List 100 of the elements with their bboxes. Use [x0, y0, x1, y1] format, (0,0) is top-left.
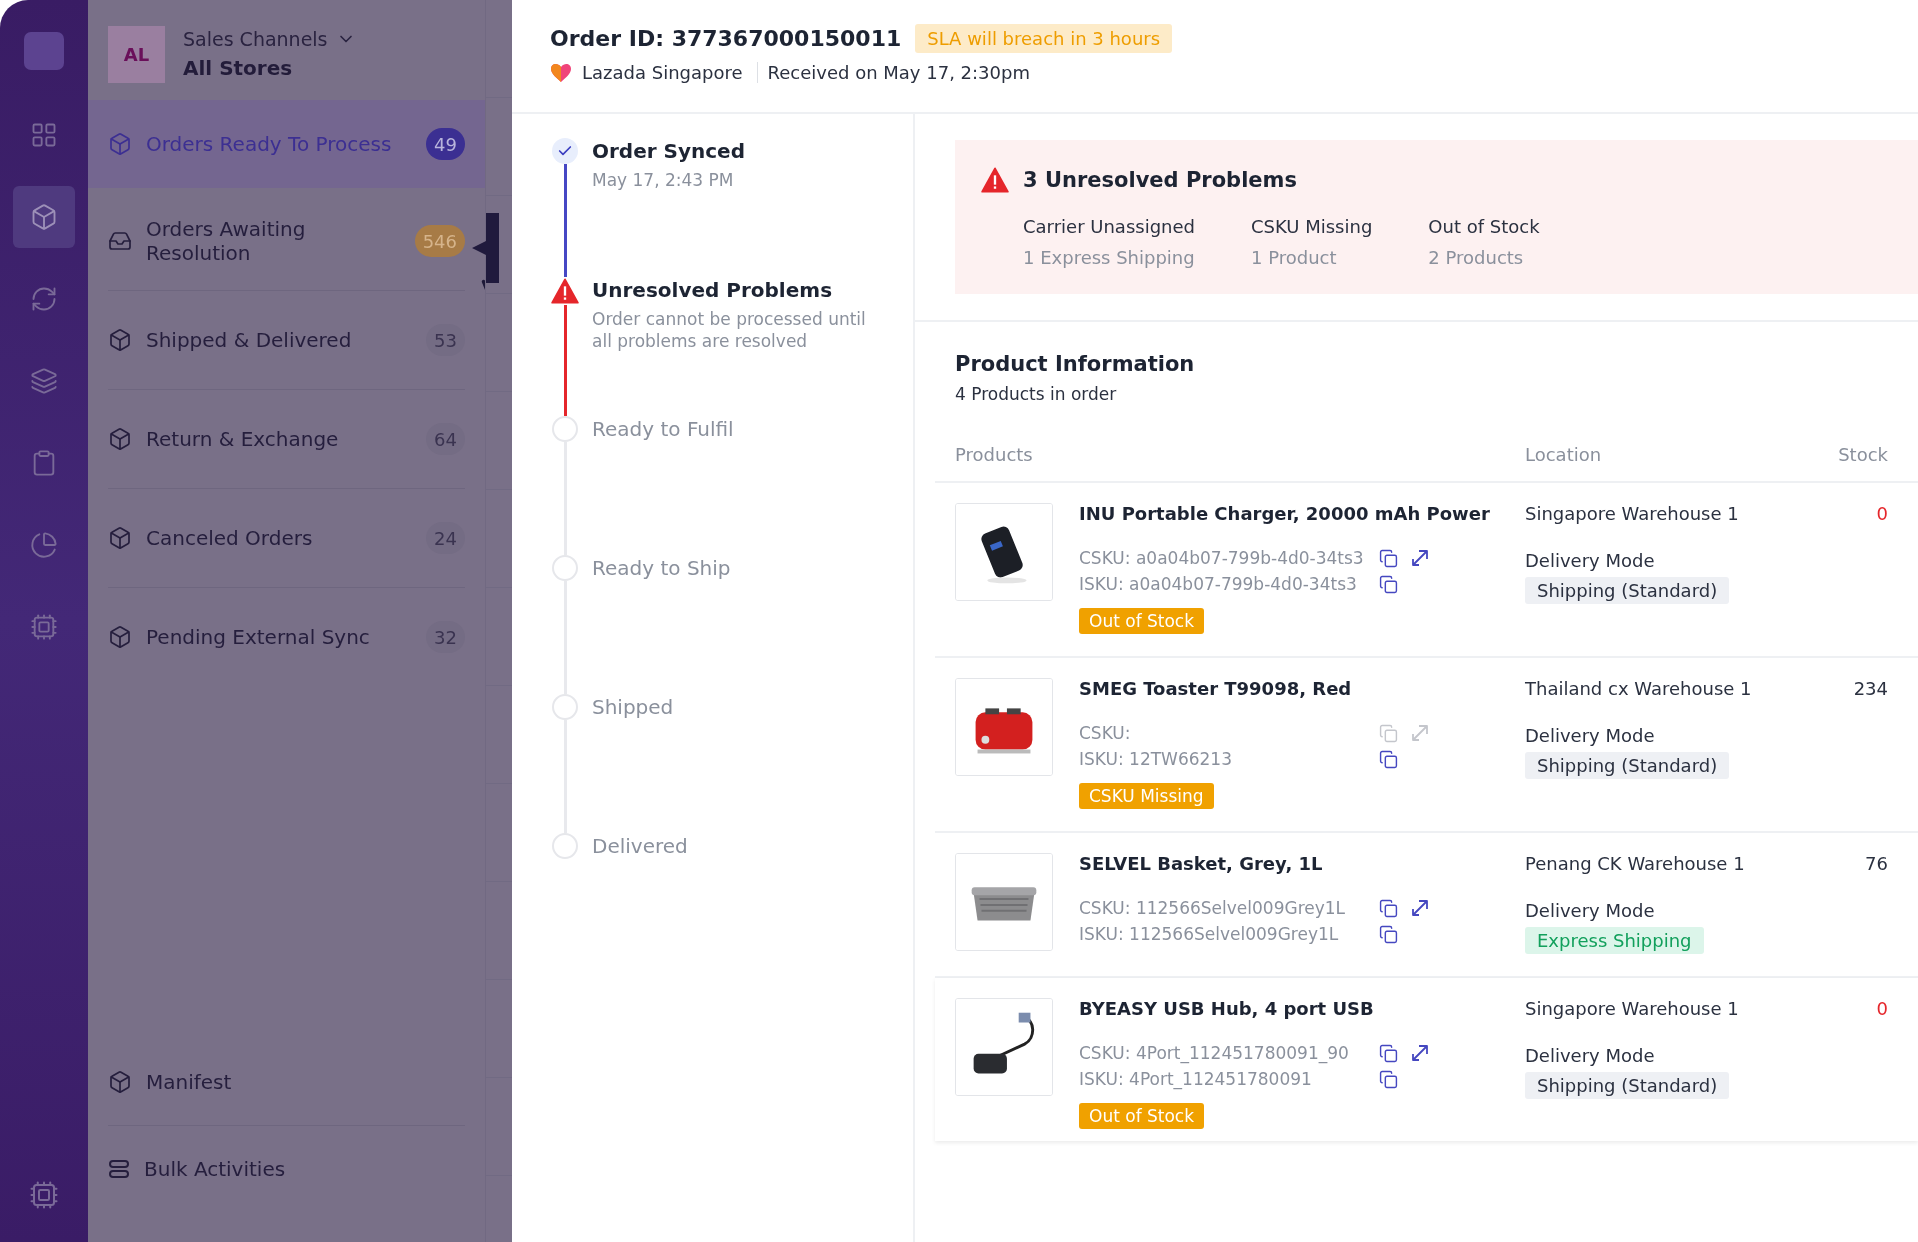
copy-button[interactable]: [1379, 574, 1398, 594]
step-detail: May 17, 2:43 PM: [592, 169, 735, 192]
cube-icon: [108, 328, 132, 352]
stock-value: 234: [1852, 678, 1888, 701]
cube-icon: [108, 427, 132, 451]
problem-label: Carrier Unassigned: [1023, 216, 1195, 237]
isku-text: ISKU: 12TW66213: [1079, 749, 1233, 769]
delivery-label: Delivery Mode: [1525, 725, 1656, 746]
copy-icon: [1379, 723, 1398, 743]
sidebar-item[interactable]: Canceled Orders 24: [108, 489, 465, 587]
stock-value: 0: [1875, 998, 1888, 1021]
chip-icon[interactable]: [29, 1180, 59, 1210]
delivery-label: Delivery Mode: [1525, 900, 1656, 921]
count-badge: 53: [426, 324, 465, 356]
product-name: INU Portable Charger, 20000 mAh Power: [1079, 503, 1491, 524]
copy-icon: [1379, 898, 1398, 918]
delivery-badge: Shipping (Standard): [1525, 752, 1730, 779]
section-title: Product Information: [954, 352, 1196, 376]
copy-icon: [1379, 924, 1398, 944]
cube-icon: [108, 1070, 132, 1094]
warehouse-name: Singapore Warehouse 1: [1525, 998, 1740, 1019]
sidebar-item[interactable]: Orders Awaiting Resolution 546: [108, 192, 465, 290]
cube-icon: [108, 526, 132, 550]
grid-icon: [30, 121, 58, 149]
cube-icon: [30, 203, 58, 231]
product-name: BYEASY USB Hub, 4 port USB: [1079, 998, 1375, 1019]
sidebar-item[interactable]: Bulk Activities: [108, 1126, 465, 1212]
link-button[interactable]: [1410, 1043, 1430, 1063]
isku-text: ISKU: 112566Selvel009Grey1L: [1079, 924, 1340, 944]
step-title: Shipped: [592, 695, 674, 719]
delivery-badge: Express Shipping: [1525, 927, 1704, 954]
stack-icon: [108, 1159, 130, 1179]
order-id: Order ID: 377367000150011: [550, 26, 902, 51]
chip-icon: [30, 613, 58, 641]
step-title: Delivered: [592, 834, 688, 858]
problem-detail: 1 Express Shipping: [1023, 247, 1195, 268]
store-avatar: AL: [108, 25, 165, 83]
csku-text: CSKU: 4Port_112451780091_90: [1079, 1043, 1350, 1063]
delivery-label: Delivery Mode: [1525, 550, 1656, 571]
copy-button[interactable]: [1379, 924, 1398, 944]
stock-value: 76: [1864, 853, 1888, 876]
isku-text: ISKU: a0a04b07-799b-4d0-34ts3: [1079, 574, 1358, 594]
delivery-badge: Shipping (Standard): [1525, 1072, 1730, 1099]
copy-button[interactable]: [1379, 1043, 1398, 1063]
count-badge: 32: [426, 621, 465, 653]
sidebar-item[interactable]: Manifest: [108, 1039, 465, 1125]
sidebar-item[interactable]: Orders Ready To Process 49: [88, 100, 485, 188]
sales-channels-dropdown[interactable]: Sales Channels: [183, 28, 356, 50]
pie-chart-icon: [30, 531, 58, 559]
cube-icon: [108, 132, 132, 156]
copy-icon: [1379, 574, 1398, 594]
copy-button[interactable]: [1379, 548, 1398, 568]
product-name: SELVEL Basket, Grey, 1L: [1079, 853, 1324, 874]
warehouse-name: Thailand cx Warehouse 1: [1525, 678, 1753, 699]
csku-text: CSKU: a0a04b07-799b-4d0-34ts3: [1079, 548, 1365, 568]
count-badge: 64: [426, 423, 465, 455]
refresh-icon: [30, 285, 58, 313]
link-button[interactable]: [1410, 898, 1430, 918]
layers-icon: [30, 367, 58, 395]
link-button[interactable]: [1410, 548, 1430, 568]
warehouse-name: Singapore Warehouse 1: [1525, 503, 1740, 524]
inbox-icon: [108, 229, 132, 253]
column-header: Products: [955, 444, 1034, 465]
problem-label: CSKU Missing: [1251, 216, 1373, 237]
csku-text: CSKU:: [1079, 723, 1132, 743]
issue-badge: Out of Stock: [1079, 608, 1205, 634]
product-name: SMEG Toaster T99098, Red: [1079, 678, 1353, 699]
section-subtitle: 4 Products in order: [954, 384, 1118, 404]
problem-detail: 2 Products: [1428, 247, 1525, 268]
column-header: Location: [1525, 444, 1603, 465]
problems-title: 3 Unresolved Problems: [1023, 168, 1297, 192]
store-name: Lazada Singapore: [582, 62, 758, 83]
sla-badge: SLA will breach in 3 hours: [915, 24, 1173, 53]
problem-label: Out of Stock: [1428, 216, 1540, 237]
sidebar-item[interactable]: Shipped & Delivered 53: [108, 291, 465, 389]
app-logo[interactable]: [24, 32, 64, 70]
copy-icon: [1379, 1043, 1398, 1063]
column-header: Stock: [1837, 444, 1888, 465]
isku-text: ISKU: 4Port_112451780091: [1079, 1069, 1313, 1089]
step-title: Unresolved Problems: [592, 278, 834, 302]
store-name: All Stores: [183, 56, 294, 80]
csku-text: CSKU: 112566Selvel009Grey1L: [1079, 898, 1347, 918]
cube-icon: [108, 625, 132, 649]
count-badge: 49: [426, 128, 465, 160]
rail-button[interactable]: [13, 186, 75, 248]
step-detail: Order cannot be processed until all problems are resolved: [592, 308, 867, 353]
copy-button[interactable]: [1379, 749, 1398, 769]
received-date: Received on May 17, 2:30pm: [767, 62, 1030, 83]
step-title: Ready to Fulfil: [592, 417, 734, 441]
step-title: Ready to Ship: [592, 556, 731, 580]
warning-icon: [981, 166, 1009, 194]
sidebar-item[interactable]: Pending External Sync 32: [108, 588, 465, 686]
copy-icon: [1379, 548, 1398, 568]
copy-button[interactable]: [1379, 1069, 1398, 1089]
warehouse-name: Penang CK Warehouse 1: [1525, 853, 1746, 874]
problem-detail: 1 Product: [1251, 247, 1338, 268]
delivery-badge: Shipping (Standard): [1525, 577, 1730, 604]
copy-icon: [1379, 749, 1398, 769]
sidebar-item[interactable]: Return & Exchange 64: [108, 390, 465, 488]
copy-button[interactable]: [1379, 898, 1398, 918]
